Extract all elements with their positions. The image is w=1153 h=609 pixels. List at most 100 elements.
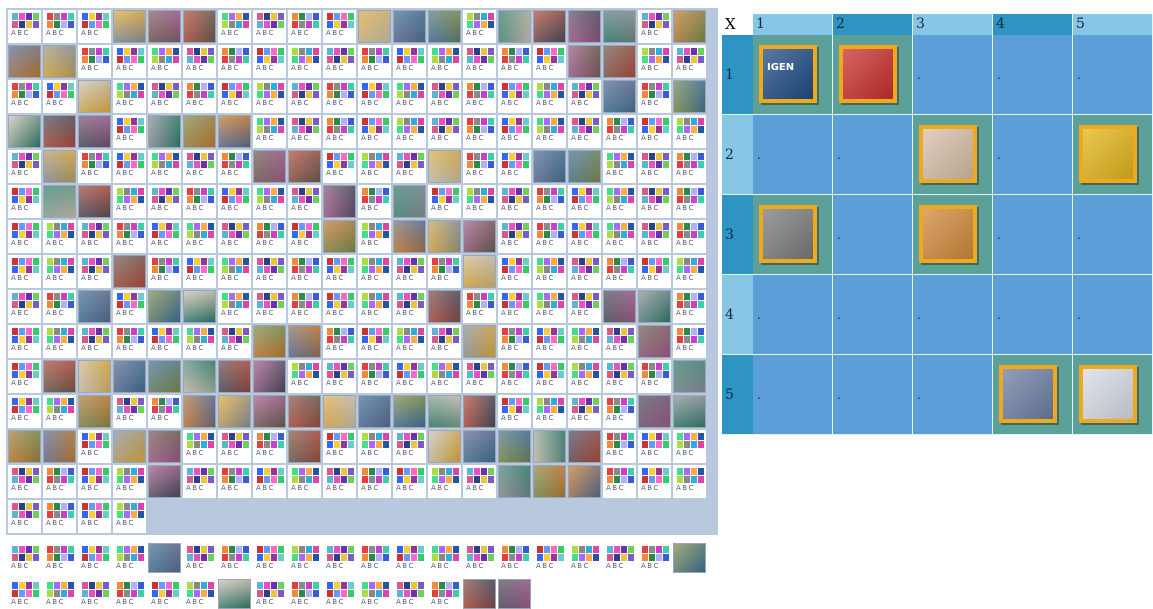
palette-template-thumbnail[interactable]: ABC <box>673 185 706 218</box>
image-thumbnail[interactable] <box>8 45 41 78</box>
image-thumbnail[interactable] <box>568 45 601 78</box>
palette-template-thumbnail[interactable]: ABC <box>253 45 286 78</box>
palette-template-thumbnail[interactable]: ABC <box>603 255 636 288</box>
image-thumbnail[interactable] <box>323 395 356 428</box>
palette-template-thumbnail[interactable]: ABC <box>183 255 216 288</box>
board-cell[interactable]: . <box>753 275 833 355</box>
palette-template-thumbnail[interactable]: ABC <box>148 185 181 218</box>
palette-template-thumbnail[interactable]: ABC <box>358 185 391 218</box>
image-thumbnail[interactable] <box>603 290 636 323</box>
image-thumbnail[interactable] <box>253 395 286 428</box>
palette-template-thumbnail[interactable]: ABC <box>218 185 251 218</box>
palette-template-thumbnail[interactable]: ABC <box>8 80 41 113</box>
palette-template-thumbnail[interactable]: ABC <box>218 45 251 78</box>
image-thumbnail[interactable] <box>638 325 671 358</box>
palette-template-thumbnail[interactable]: ABC <box>673 115 706 148</box>
palette-template-thumbnail[interactable]: ABC <box>498 360 531 393</box>
palette-template-thumbnail[interactable]: ABC <box>218 465 251 498</box>
palette-template-thumbnail[interactable]: ABC <box>393 465 426 498</box>
image-thumbnail[interactable] <box>218 579 251 609</box>
palette-template-thumbnail[interactable]: ABC <box>638 430 671 463</box>
board-cell[interactable]: . <box>993 115 1073 195</box>
image-thumbnail[interactable] <box>148 465 181 498</box>
palette-template-thumbnail[interactable]: ABC <box>358 360 391 393</box>
palette-template-thumbnail[interactable]: ABC <box>78 465 111 498</box>
board-cell[interactable]: . <box>1073 35 1153 115</box>
image-thumbnail[interactable] <box>638 395 671 428</box>
palette-template-thumbnail[interactable]: ABC <box>533 325 566 358</box>
palette-template-thumbnail[interactable]: ABC <box>43 290 76 323</box>
palette-template-thumbnail[interactable]: ABC <box>183 220 216 253</box>
palette-template-thumbnail[interactable]: ABC <box>183 430 216 463</box>
board-cell[interactable]: . <box>833 355 913 435</box>
palette-template-thumbnail[interactable]: ABC <box>113 465 146 498</box>
palette-template-thumbnail[interactable]: ABC <box>183 45 216 78</box>
image-thumbnail[interactable] <box>183 395 216 428</box>
palette-template-thumbnail[interactable]: ABC <box>183 80 216 113</box>
image-thumbnail[interactable] <box>288 430 321 463</box>
palette-template-thumbnail[interactable]: ABC <box>498 543 531 573</box>
palette-template-thumbnail[interactable]: ABC <box>358 579 391 609</box>
palette-template-thumbnail[interactable]: ABC <box>673 465 706 498</box>
palette-template-thumbnail[interactable]: ABC <box>43 80 76 113</box>
board-cell[interactable] <box>753 195 833 275</box>
image-thumbnail[interactable] <box>673 360 706 393</box>
palette-template-thumbnail[interactable]: ABC <box>288 185 321 218</box>
palette-template-thumbnail[interactable]: ABC <box>358 80 391 113</box>
palette-template-thumbnail[interactable]: ABC <box>603 465 636 498</box>
placed-image-tile[interactable] <box>919 125 977 183</box>
board-cell[interactable] <box>913 115 993 195</box>
image-thumbnail[interactable] <box>43 45 76 78</box>
palette-template-thumbnail[interactable]: ABC <box>603 185 636 218</box>
image-thumbnail[interactable] <box>78 115 111 148</box>
palette-template-thumbnail[interactable]: ABC <box>8 543 41 573</box>
palette-template-thumbnail[interactable]: ABC <box>253 220 286 253</box>
palette-template-thumbnail[interactable]: ABC <box>568 325 601 358</box>
palette-template-thumbnail[interactable]: ABC <box>323 45 356 78</box>
palette-template-thumbnail[interactable]: ABC <box>78 10 111 43</box>
image-thumbnail[interactable] <box>603 80 636 113</box>
palette-template-thumbnail[interactable]: ABC <box>288 10 321 43</box>
palette-template-thumbnail[interactable]: ABC <box>533 290 566 323</box>
image-thumbnail[interactable] <box>43 360 76 393</box>
palette-template-thumbnail[interactable]: ABC <box>8 185 41 218</box>
palette-template-thumbnail[interactable]: ABC <box>638 220 671 253</box>
placed-image-tile[interactable] <box>999 365 1057 423</box>
image-thumbnail[interactable] <box>8 115 41 148</box>
image-thumbnail[interactable] <box>148 10 181 43</box>
image-thumbnail[interactable] <box>428 290 461 323</box>
palette-template-thumbnail[interactable]: ABC <box>603 220 636 253</box>
image-thumbnail[interactable] <box>463 220 496 253</box>
palette-template-thumbnail[interactable]: ABC <box>568 220 601 253</box>
image-thumbnail[interactable] <box>288 325 321 358</box>
palette-template-thumbnail[interactable]: ABC <box>323 325 356 358</box>
palette-template-thumbnail[interactable]: ABC <box>673 290 706 323</box>
image-thumbnail[interactable] <box>323 220 356 253</box>
image-thumbnail[interactable] <box>498 430 531 463</box>
placed-image-tile[interactable] <box>919 205 977 263</box>
board-cell[interactable]: . <box>833 195 913 275</box>
image-thumbnail[interactable] <box>288 395 321 428</box>
palette-template-thumbnail[interactable]: ABC <box>253 430 286 463</box>
palette-template-thumbnail[interactable]: ABC <box>638 150 671 183</box>
palette-template-thumbnail[interactable]: ABC <box>603 430 636 463</box>
palette-template-thumbnail[interactable]: ABC <box>498 395 531 428</box>
palette-template-thumbnail[interactable]: ABC <box>183 325 216 358</box>
palette-template-thumbnail[interactable]: ABC <box>218 255 251 288</box>
image-thumbnail[interactable] <box>533 150 566 183</box>
image-thumbnail[interactable] <box>568 10 601 43</box>
image-thumbnail[interactable] <box>148 360 181 393</box>
palette-template-thumbnail[interactable]: ABC <box>463 543 496 573</box>
palette-template-thumbnail[interactable]: ABC <box>8 10 41 43</box>
palette-template-thumbnail[interactable]: ABC <box>533 80 566 113</box>
palette-template-thumbnail[interactable]: ABC <box>288 220 321 253</box>
image-thumbnail[interactable] <box>533 430 566 463</box>
palette-template-thumbnail[interactable]: ABC <box>218 290 251 323</box>
palette-template-thumbnail[interactable]: ABC <box>393 290 426 323</box>
palette-template-thumbnail[interactable]: ABC <box>428 185 461 218</box>
image-thumbnail[interactable] <box>673 10 706 43</box>
palette-template-thumbnail[interactable]: ABC <box>43 500 76 533</box>
palette-template-thumbnail[interactable]: ABC <box>498 185 531 218</box>
palette-template-thumbnail[interactable]: ABC <box>533 45 566 78</box>
palette-template-thumbnail[interactable]: ABC <box>393 360 426 393</box>
